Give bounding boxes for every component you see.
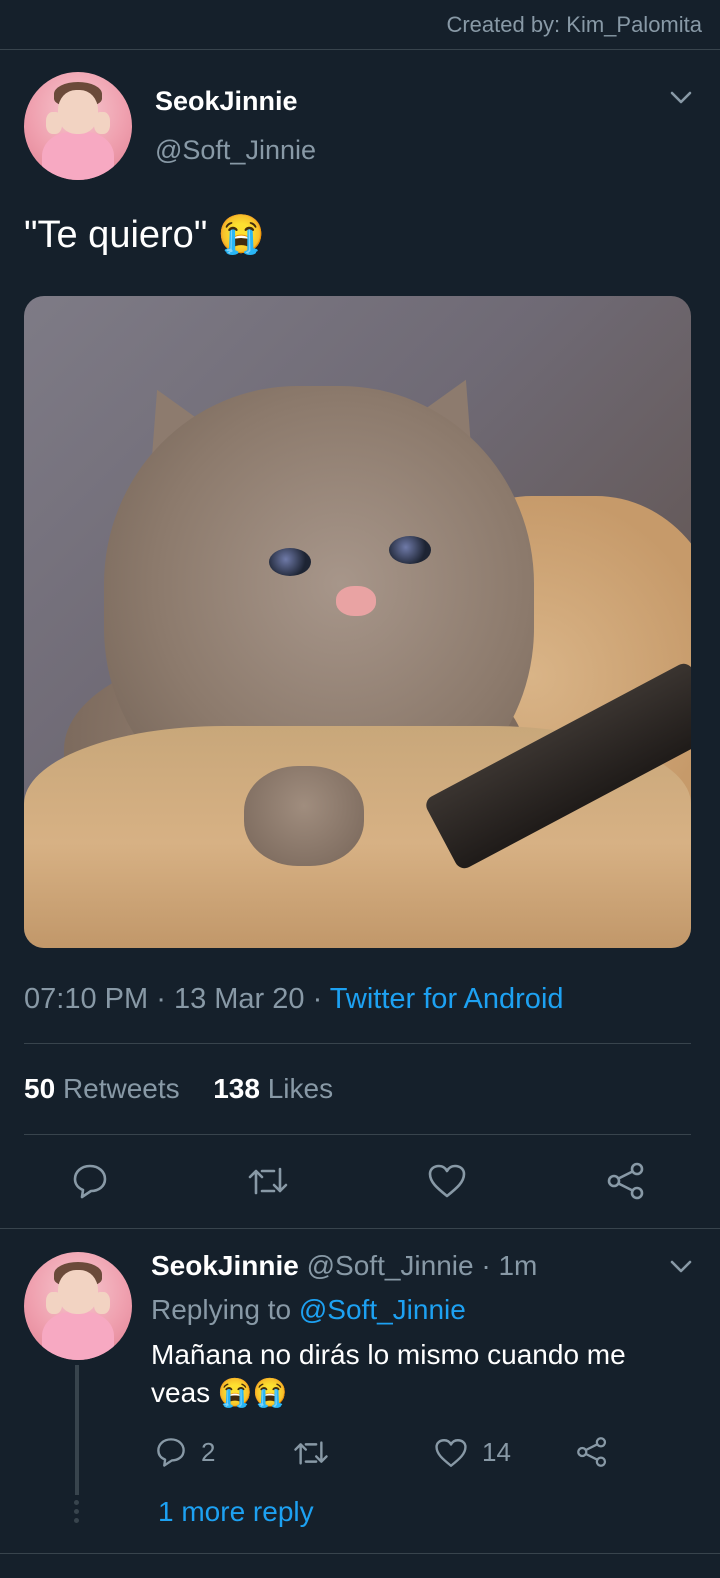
replying-to: Replying to @Soft_Jinnie xyxy=(151,1294,466,1326)
likes-label: Likes xyxy=(267,1073,334,1104)
meta-separator: · xyxy=(312,983,323,1015)
reply-header: SeokJinnie @Soft_Jinnie · 1m xyxy=(151,1250,537,1282)
header-divider xyxy=(0,49,720,50)
photo-cat-eye-left xyxy=(269,548,311,576)
chevron-down-icon[interactable] xyxy=(669,1259,693,1275)
avatar-hand-left xyxy=(46,112,62,134)
avatar-hand-right xyxy=(94,1292,110,1314)
tweet-time: 07:10 PM xyxy=(24,983,149,1015)
meta-divider xyxy=(24,1043,691,1044)
retweets-label: Retweets xyxy=(62,1073,180,1104)
bottom-divider xyxy=(0,1553,720,1554)
retweet-icon[interactable] xyxy=(292,1437,330,1469)
retweets-stat[interactable]: 50 Retweets xyxy=(24,1073,187,1104)
photo-cat-eye-right xyxy=(389,536,431,564)
share-icon[interactable] xyxy=(575,1436,609,1468)
tweet-photo[interactable] xyxy=(24,296,691,948)
reply-reply-count: 2 xyxy=(201,1437,216,1467)
author-handle[interactable]: @Soft_Jinnie xyxy=(155,135,316,166)
tweet-meta: 07:10 PM · 13 Mar 20 · Twitter for Andro… xyxy=(24,983,564,1016)
share-icon[interactable] xyxy=(605,1162,647,1200)
reply-icon[interactable] xyxy=(71,1162,109,1200)
chevron-down-icon[interactable] xyxy=(669,90,693,106)
avatar[interactable] xyxy=(24,72,132,180)
author-name[interactable]: SeokJinnie xyxy=(155,86,298,117)
reply-separator: · xyxy=(481,1250,491,1281)
reply-like-count: 14 xyxy=(482,1437,511,1467)
heart-icon[interactable] xyxy=(434,1437,468,1469)
retweets-count: 50 xyxy=(24,1073,56,1104)
replying-to-handle[interactable]: @Soft_Jinnie xyxy=(299,1294,466,1325)
tweet-date: 13 Mar 20 xyxy=(173,983,305,1015)
meta-separator: · xyxy=(156,983,166,1015)
reply-author-name[interactable]: SeokJinnie xyxy=(151,1250,299,1281)
avatar-face xyxy=(58,1270,98,1314)
avatar-body xyxy=(42,132,114,180)
counts-divider xyxy=(24,1134,691,1135)
engagement-counts: 50 Retweets 138 Likes xyxy=(24,1073,333,1105)
avatar-body xyxy=(42,1312,114,1360)
reply-icon[interactable] xyxy=(155,1436,187,1468)
likes-count: 138 xyxy=(213,1073,260,1104)
tweet-client-link[interactable]: Twitter for Android xyxy=(330,983,564,1015)
avatar-hand-right xyxy=(94,112,110,134)
likes-stat[interactable]: 138 Likes xyxy=(213,1073,333,1104)
avatar-hand-left xyxy=(46,1292,62,1314)
photo-cat-paw xyxy=(244,766,364,866)
tweet-divider xyxy=(0,1228,720,1229)
reply-author-handle[interactable]: @Soft_Jinnie xyxy=(307,1250,474,1281)
heart-icon[interactable] xyxy=(427,1163,467,1199)
more-replies-link[interactable]: 1 more reply xyxy=(158,1496,314,1528)
reply-time: 1m xyxy=(498,1250,538,1281)
avatar-face xyxy=(58,90,98,134)
thread-line xyxy=(75,1365,79,1495)
photo-cat-nose xyxy=(336,586,376,616)
replying-to-label: Replying to xyxy=(151,1294,292,1325)
tweet-text: "Te quiero" 😭 xyxy=(24,214,266,256)
creator-credit: Created by: Kim_Palomita xyxy=(446,12,702,37)
retweet-icon[interactable] xyxy=(246,1163,290,1199)
reply-avatar[interactable] xyxy=(24,1252,132,1360)
thread-dots xyxy=(74,1500,79,1527)
reply-text: Mañana no dirás lo mismo cuando me veas … xyxy=(151,1339,626,1408)
